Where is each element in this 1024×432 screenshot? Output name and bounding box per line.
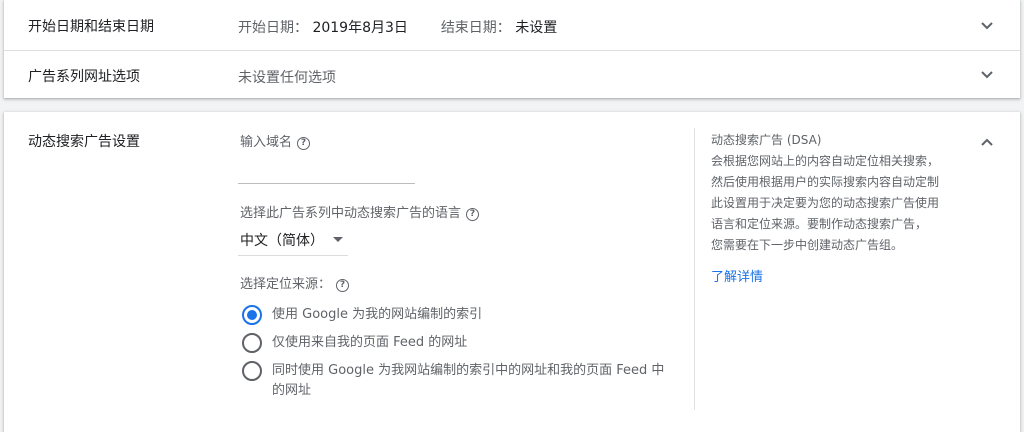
dsa-info-line: 然后使用根据用户的实际搜索内容自动定制 [711, 175, 940, 189]
dsa-settings-title: 动态搜索广告设置 [28, 134, 140, 150]
chevron-down-icon[interactable] [980, 19, 994, 33]
help-circle-icon[interactable]: ? [336, 279, 350, 292]
end-date-value: 未设置 [515, 20, 558, 36]
url-options-row[interactable]: 广告系列网址选项 未设置任何选项 [4, 50, 1020, 99]
date-range-title: 开始日期和结束日期 [28, 19, 154, 35]
language-select-value: 中文（简体） [240, 233, 324, 249]
help-circle-icon[interactable]: ? [297, 137, 311, 150]
language-label: 选择此广告系列中动态搜索广告的语言? [240, 202, 480, 221]
start-date-label: 开始日期： [238, 20, 308, 36]
date-range-row[interactable]: 开始日期和结束日期 开始日期： 2019年8月3日 结束日期： 未设置 [4, 1, 1020, 49]
end-date-label: 结束日期： [440, 20, 511, 36]
targeting-option-both-label-line2[interactable]: 的网址 [272, 381, 311, 401]
dsa-info-title: 动态搜索广告 (DSA) [711, 133, 822, 147]
dropdown-arrow-icon [333, 237, 343, 242]
domain-input[interactable] [238, 183, 415, 184]
date-range-summary: 开始日期： 2019年8月3日 结束日期： 未设置 [238, 17, 557, 37]
help-circle-icon[interactable]: ? [466, 208, 480, 221]
language-select[interactable]: 中文（简体） [238, 229, 348, 256]
targeting-source-label: 选择定位来源：? [240, 273, 350, 292]
domain-label: 输入域名? [240, 131, 311, 150]
dsa-info-line: 语言和定位来源。要制作动态搜索广告， [711, 217, 928, 231]
targeting-option-page-feed-radio[interactable] [242, 333, 262, 353]
learn-more-link[interactable]: 了解详情 [711, 266, 763, 285]
targeting-option-both-label-line1[interactable]: 同时使用 Google 为我网站编制的索引中的网址和我的页面 Feed 中 [272, 361, 664, 381]
dsa-info-line: 此设置用于决定要为您的动态搜索广告使用 [711, 196, 940, 210]
targeting-option-google-index-label[interactable]: 使用 Google 为我的网站编制的索引 [272, 305, 482, 325]
campaign-settings-summary-card: 开始日期和结束日期 开始日期： 2019年8月3日 结束日期： 未设置 广告系列… [4, 0, 1020, 98]
url-options-value: 未设置任何选项 [238, 70, 336, 86]
targeting-option-page-feed-label[interactable]: 仅使用来自我的页面 Feed 的网址 [272, 333, 467, 353]
start-date-value: 2019年8月3日 [312, 20, 408, 36]
vertical-divider [694, 128, 695, 410]
targeting-option-google-index-radio[interactable] [242, 305, 262, 325]
chevron-down-icon[interactable] [980, 68, 994, 82]
dsa-settings-card: 动态搜索广告设置 输入域名? 选择此广告系列中动态搜索广告的语言? 中文（简体）… [4, 112, 1020, 432]
targeting-option-both-radio[interactable] [242, 361, 262, 381]
url-options-title: 广告系列网址选项 [28, 69, 140, 85]
dsa-info-line: 会根据您网站上的内容自动定位相关搜索， [711, 154, 940, 168]
chevron-up-icon[interactable] [980, 135, 994, 149]
dsa-info-line: 您需要在下一步中创建动态广告组。 [711, 238, 904, 252]
